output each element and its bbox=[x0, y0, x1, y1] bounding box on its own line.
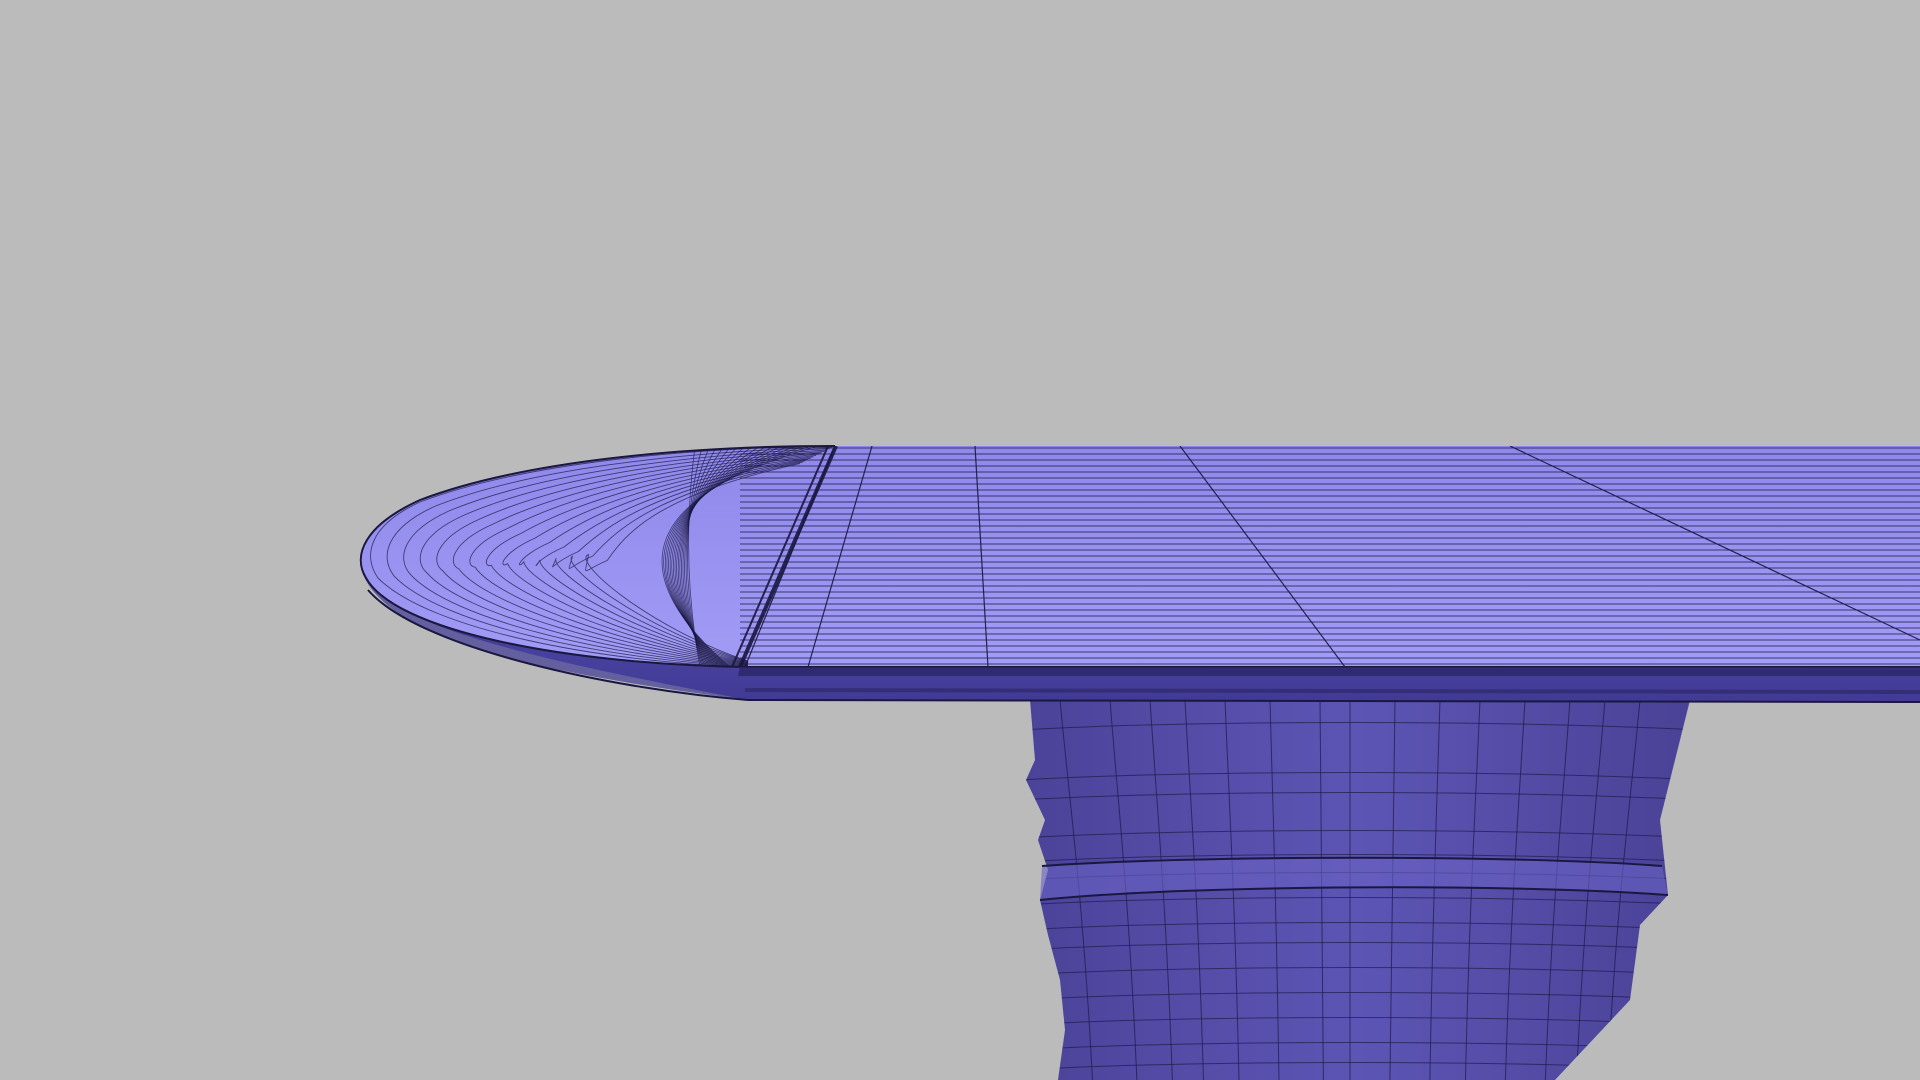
mesh-render bbox=[359, 445, 1920, 1080]
3d-viewport[interactable] bbox=[0, 0, 1920, 1080]
table-pedestal bbox=[1026, 700, 1690, 1080]
table-top bbox=[359, 445, 1920, 703]
